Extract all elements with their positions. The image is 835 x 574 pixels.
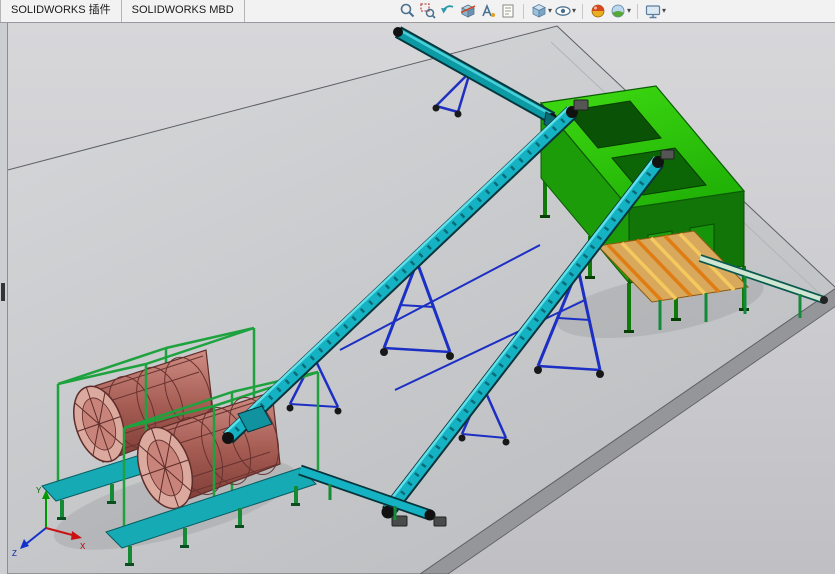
previous-view-icon[interactable]: [438, 1, 458, 21]
toolbar-separator: [637, 3, 639, 19]
toolbar-separator: [523, 3, 524, 19]
edit-appearance-icon[interactable]: [588, 1, 608, 21]
command-tabs: SOLIDWORKS 插件 SOLIDWORKS MBD: [0, 0, 245, 22]
hide-show-items-icon[interactable]: [553, 1, 573, 21]
y-axis-label: Y: [36, 486, 42, 495]
heads-up-view-toolbar: ▾ ▾ ▾ ▾: [398, 0, 667, 22]
section-view-icon[interactable]: [458, 1, 478, 21]
solidworks-window: Y X Z SOLIDWORKS 插件 SOLIDWORKS MBD ▾ ▾ ▾…: [0, 0, 835, 574]
model-scene[interactable]: Y X Z: [0, 0, 835, 574]
dropdown-arrow[interactable]: ▾: [662, 1, 666, 21]
zoom-to-fit-icon[interactable]: [398, 1, 418, 21]
tab-solidworks-addins[interactable]: SOLIDWORKS 插件: [0, 0, 122, 22]
view-settings-icon[interactable]: [643, 1, 663, 21]
z-axis-label: Z: [12, 549, 17, 558]
dropdown-arrow[interactable]: ▾: [627, 1, 631, 21]
comment-icon[interactable]: [498, 1, 518, 21]
apply-scene-icon[interactable]: [608, 1, 628, 21]
view-orientation-icon[interactable]: [529, 1, 549, 21]
x-axis-label: X: [80, 542, 86, 551]
tab-solidworks-mbd[interactable]: SOLIDWORKS MBD: [121, 0, 245, 22]
graphics-viewport[interactable]: Y X Z: [0, 0, 835, 574]
feature-manager-collapsed-panel[interactable]: [0, 22, 8, 574]
command-tab-bar: SOLIDWORKS 插件 SOLIDWORKS MBD ▾ ▾ ▾ ▾: [0, 0, 835, 23]
zoom-to-area-icon[interactable]: [418, 1, 438, 21]
toolbar-separator: [582, 3, 584, 19]
dropdown-arrow[interactable]: ▾: [548, 1, 552, 21]
dropdown-arrow[interactable]: ▾: [572, 1, 576, 21]
annotation-view-icon[interactable]: [478, 1, 498, 21]
panel-splitter-handle[interactable]: [1, 283, 5, 301]
